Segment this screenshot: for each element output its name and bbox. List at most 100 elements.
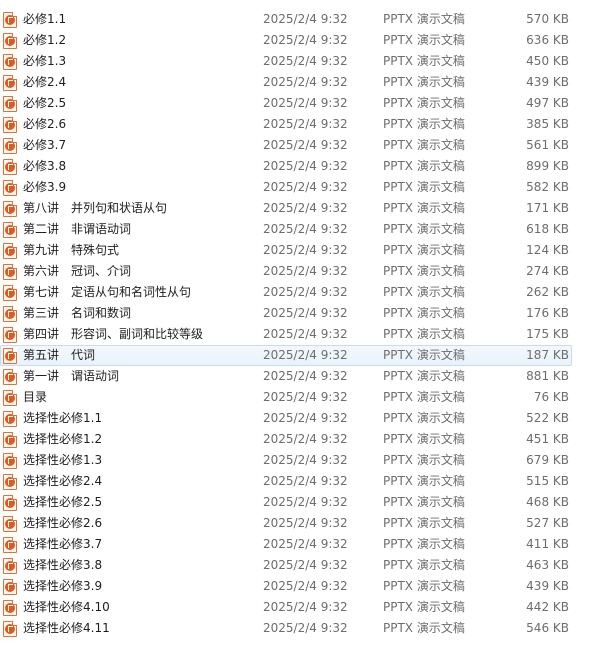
file-type: PPTX 演示文稿 bbox=[383, 201, 465, 215]
file-type: PPTX 演示文稿 bbox=[383, 348, 465, 362]
file-size: 411 KB bbox=[526, 537, 569, 551]
file-date-modified: 2025/2/4 9:32 bbox=[263, 243, 348, 257]
file-size: 497 KB bbox=[526, 96, 569, 110]
pptx-file-icon bbox=[3, 474, 17, 490]
file-row[interactable]: 第二讲 非谓语动词 2025/2/4 9:32 PPTX 演示文稿 618 KB bbox=[0, 219, 572, 240]
file-size: 385 KB bbox=[526, 117, 569, 131]
file-type: PPTX 演示文稿 bbox=[383, 285, 465, 299]
file-name: 选择性必修4.10 bbox=[23, 600, 110, 614]
file-row[interactable]: 选择性必修1.2 2025/2/4 9:32 PPTX 演示文稿 451 KB bbox=[0, 429, 572, 450]
file-row[interactable]: 选择性必修1.3 2025/2/4 9:32 PPTX 演示文稿 679 KB bbox=[0, 450, 572, 471]
file-type: PPTX 演示文稿 bbox=[383, 306, 465, 320]
pptx-file-icon bbox=[3, 285, 17, 301]
file-row[interactable]: 选择性必修4.10 2025/2/4 9:32 PPTX 演示文稿 442 KB bbox=[0, 597, 572, 618]
file-size: 171 KB bbox=[526, 201, 569, 215]
file-name: 目录 bbox=[23, 390, 48, 404]
file-size: 439 KB bbox=[526, 75, 569, 89]
file-row[interactable]: 第一讲 谓语动词 2025/2/4 9:32 PPTX 演示文稿 881 KB bbox=[0, 366, 572, 387]
file-size: 468 KB bbox=[526, 495, 569, 509]
pptx-file-icon bbox=[3, 96, 17, 112]
pptx-file-icon bbox=[3, 117, 17, 133]
pptx-file-icon bbox=[3, 75, 17, 91]
file-type: PPTX 演示文稿 bbox=[383, 264, 465, 278]
file-row[interactable]: 选择性必修2.4 2025/2/4 9:32 PPTX 演示文稿 515 KB bbox=[0, 471, 572, 492]
file-date-modified: 2025/2/4 9:32 bbox=[263, 159, 348, 173]
file-row[interactable]: 第三讲 名词和数词 2025/2/4 9:32 PPTX 演示文稿 176 KB bbox=[0, 303, 572, 324]
file-list: 必修1.1 2025/2/4 9:32 PPTX 演示文稿 570 KB 必修1.2 20… bbox=[0, 0, 596, 647]
file-type: PPTX 演示文稿 bbox=[383, 96, 465, 110]
file-size: 618 KB bbox=[526, 222, 569, 236]
file-name: 必修1.2 bbox=[23, 33, 67, 47]
file-row[interactable]: 必修1.2 2025/2/4 9:32 PPTX 演示文稿 636 KB bbox=[0, 30, 572, 51]
file-type: PPTX 演示文稿 bbox=[383, 327, 465, 341]
file-type: PPTX 演示文稿 bbox=[383, 243, 465, 257]
file-size: 570 KB bbox=[526, 12, 569, 26]
file-size: 274 KB bbox=[526, 264, 569, 278]
file-row[interactable]: 第六讲 冠词、介词 2025/2/4 9:32 PPTX 演示文稿 274 KB bbox=[0, 261, 572, 282]
file-row[interactable]: 目录 2025/2/4 9:32 PPTX 演示文稿 76 KB bbox=[0, 387, 572, 408]
file-type: PPTX 演示文稿 bbox=[383, 453, 465, 467]
file-type: PPTX 演示文稿 bbox=[383, 411, 465, 425]
file-row[interactable]: 第八讲 并列句和状语从句 2025/2/4 9:32 PPTX 演示文稿 171 KB bbox=[0, 198, 572, 219]
pptx-file-icon bbox=[3, 495, 17, 511]
pptx-file-icon bbox=[3, 264, 17, 280]
file-name: 选择性必修1.3 bbox=[23, 453, 103, 467]
file-date-modified: 2025/2/4 9:32 bbox=[263, 33, 348, 47]
file-row[interactable]: 第七讲 定语从句和名词性从句 2025/2/4 9:32 PPTX 演示文稿 262 … bbox=[0, 282, 572, 303]
file-size: 881 KB bbox=[526, 369, 569, 383]
pptx-file-icon bbox=[3, 243, 17, 259]
file-name: 必修3.7 bbox=[23, 138, 67, 152]
file-row[interactable]: 选择性必修2.5 2025/2/4 9:32 PPTX 演示文稿 468 KB bbox=[0, 492, 572, 513]
file-row[interactable]: 必修2.4 2025/2/4 9:32 PPTX 演示文稿 439 KB bbox=[0, 72, 572, 93]
file-date-modified: 2025/2/4 9:32 bbox=[263, 327, 348, 341]
file-size: 187 KB bbox=[526, 348, 569, 362]
pptx-file-icon bbox=[3, 138, 17, 154]
file-row[interactable]: 选择性必修1.1 2025/2/4 9:32 PPTX 演示文稿 522 KB bbox=[0, 408, 572, 429]
file-size: 561 KB bbox=[526, 138, 569, 152]
file-date-modified: 2025/2/4 9:32 bbox=[263, 96, 348, 110]
file-row[interactable]: 选择性必修3.9 2025/2/4 9:32 PPTX 演示文稿 439 KB bbox=[0, 576, 572, 597]
file-row[interactable]: 必修1.3 2025/2/4 9:32 PPTX 演示文稿 450 KB bbox=[0, 51, 572, 72]
file-name: 必修2.4 bbox=[23, 75, 67, 89]
pptx-file-icon bbox=[3, 579, 17, 595]
file-date-modified: 2025/2/4 9:32 bbox=[263, 474, 348, 488]
pptx-file-icon bbox=[3, 306, 17, 322]
file-name: 必修1.1 bbox=[23, 12, 67, 26]
file-row[interactable]: 第五讲 代词 2025/2/4 9:32 PPTX 演示文稿 187 KB bbox=[0, 345, 572, 366]
file-size: 176 KB bbox=[526, 306, 569, 320]
file-row[interactable]: 必修3.8 2025/2/4 9:32 PPTX 演示文稿 899 KB bbox=[0, 156, 572, 177]
file-row[interactable]: 必修3.9 2025/2/4 9:32 PPTX 演示文稿 582 KB bbox=[0, 177, 572, 198]
file-date-modified: 2025/2/4 9:32 bbox=[263, 579, 348, 593]
file-type: PPTX 演示文稿 bbox=[383, 75, 465, 89]
file-row[interactable]: 第四讲 形容词、副词和比较等级 2025/2/4 9:32 PPTX 演示文稿 175… bbox=[0, 324, 572, 345]
file-date-modified: 2025/2/4 9:32 bbox=[263, 432, 348, 446]
file-row[interactable]: 选择性必修3.7 2025/2/4 9:32 PPTX 演示文稿 411 KB bbox=[0, 534, 572, 555]
file-row[interactable]: 选择性必修2.6 2025/2/4 9:32 PPTX 演示文稿 527 KB bbox=[0, 513, 572, 534]
file-row[interactable]: 必修1.1 2025/2/4 9:32 PPTX 演示文稿 570 KB bbox=[0, 9, 572, 30]
pptx-file-icon bbox=[3, 411, 17, 427]
file-row[interactable]: 选择性必修4.11 2025/2/4 9:32 PPTX 演示文稿 546 KB bbox=[0, 618, 572, 639]
file-size: 899 KB bbox=[526, 159, 569, 173]
file-type: PPTX 演示文稿 bbox=[383, 432, 465, 446]
file-date-modified: 2025/2/4 9:32 bbox=[263, 537, 348, 551]
file-size: 636 KB bbox=[526, 33, 569, 47]
file-type: PPTX 演示文稿 bbox=[383, 117, 465, 131]
file-row[interactable]: 必修2.6 2025/2/4 9:32 PPTX 演示文稿 385 KB bbox=[0, 114, 572, 135]
file-name: 第六讲 冠词、介词 bbox=[23, 264, 132, 278]
file-date-modified: 2025/2/4 9:32 bbox=[263, 621, 348, 635]
pptx-file-icon bbox=[3, 453, 17, 469]
file-row[interactable]: 必修2.5 2025/2/4 9:32 PPTX 演示文稿 497 KB bbox=[0, 93, 572, 114]
file-date-modified: 2025/2/4 9:32 bbox=[263, 306, 348, 320]
file-size: 527 KB bbox=[526, 516, 569, 530]
file-type: PPTX 演示文稿 bbox=[383, 516, 465, 530]
file-row[interactable]: 选择性必修3.8 2025/2/4 9:32 PPTX 演示文稿 463 KB bbox=[0, 555, 572, 576]
pptx-file-icon bbox=[3, 222, 17, 238]
file-type: PPTX 演示文稿 bbox=[383, 54, 465, 68]
file-row[interactable]: 必修3.7 2025/2/4 9:32 PPTX 演示文稿 561 KB bbox=[0, 135, 572, 156]
file-name: 必修2.6 bbox=[23, 117, 67, 131]
file-type: PPTX 演示文稿 bbox=[383, 558, 465, 572]
file-row[interactable]: 第九讲 特殊句式 2025/2/4 9:32 PPTX 演示文稿 124 KB bbox=[0, 240, 572, 261]
file-type: PPTX 演示文稿 bbox=[383, 33, 465, 47]
pptx-file-icon bbox=[3, 54, 17, 70]
file-date-modified: 2025/2/4 9:32 bbox=[263, 390, 348, 404]
